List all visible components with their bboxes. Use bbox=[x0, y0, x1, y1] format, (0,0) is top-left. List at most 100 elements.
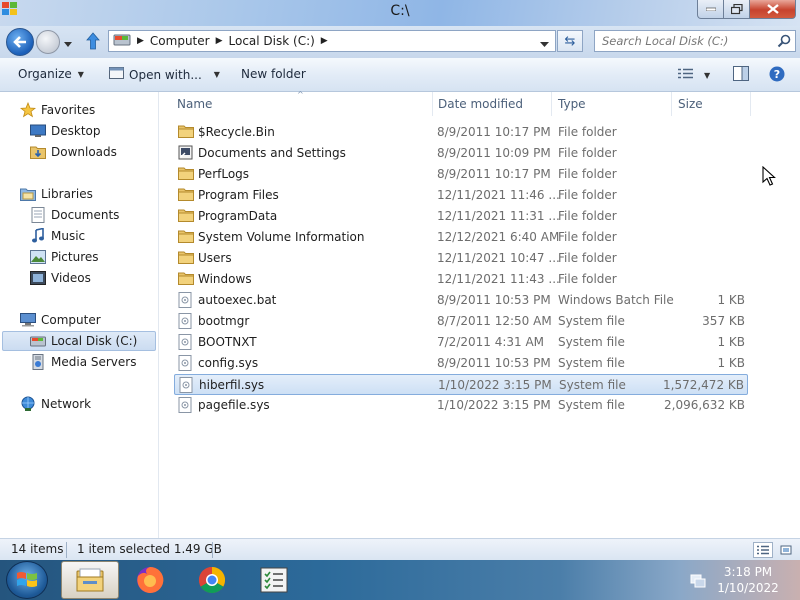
new-folder-button[interactable]: New folder bbox=[241, 67, 306, 81]
nav-item-pictures[interactable]: Pictures bbox=[30, 247, 99, 267]
file-name: PerfLogs bbox=[198, 167, 250, 181]
file-date-modified: 8/9/2011 10:53 PM bbox=[437, 293, 551, 307]
libraries-icon bbox=[20, 186, 36, 202]
breadcrumb-separator-icon[interactable]: ▶ bbox=[216, 36, 223, 46]
nav-favorites[interactable]: Favorites bbox=[20, 100, 95, 120]
minimize-button[interactable] bbox=[697, 0, 724, 19]
taskbar-chrome-button[interactable] bbox=[183, 561, 241, 599]
start-button[interactable] bbox=[6, 561, 48, 599]
preview-pane-icon bbox=[733, 66, 749, 84]
taskbar-task-manager-button[interactable] bbox=[245, 561, 303, 599]
file-row[interactable]: System Volume Information 12/12/2021 6:40… bbox=[174, 227, 748, 248]
file-row[interactable]: config.sys 8/9/2011 10:53 PM System file 1 … bbox=[174, 353, 748, 374]
file-row[interactable]: Documents and Settings 8/9/2011 10:09 PM F… bbox=[174, 143, 748, 164]
address-row: ▶ Computer ▶ Local Disk (C:) ▶ ⇆ bbox=[0, 26, 800, 58]
file-type: File folder bbox=[558, 167, 617, 181]
column-header-label: Date modified bbox=[438, 97, 524, 111]
change-view-button[interactable]: ▼ bbox=[678, 68, 710, 83]
details-view-toggle[interactable] bbox=[753, 542, 773, 558]
file-row[interactable]: BOOTNXT 7/2/2011 4:31 AM System file 1 KB bbox=[174, 332, 748, 353]
file-row[interactable]: Users 12/11/2021 10:47 ... File folder bbox=[174, 248, 748, 269]
nav-libraries[interactable]: Libraries bbox=[20, 184, 93, 204]
new-folder-label: New folder bbox=[241, 67, 306, 81]
nav-item-music[interactable]: Music bbox=[30, 226, 85, 246]
music-note-icon bbox=[30, 228, 46, 244]
address-bar[interactable]: ▶ Computer ▶ Local Disk (C:) ▶ bbox=[108, 30, 556, 52]
nav-network[interactable]: Network bbox=[20, 394, 91, 414]
documents-icon bbox=[30, 207, 46, 223]
close-button[interactable] bbox=[750, 0, 796, 19]
column-header-date[interactable]: Date modified bbox=[438, 92, 552, 116]
file-name: Windows bbox=[198, 272, 252, 286]
breadcrumb-computer[interactable]: Computer bbox=[150, 34, 210, 48]
column-resize-handle[interactable] bbox=[750, 92, 751, 116]
nav-computer[interactable]: Computer bbox=[20, 310, 101, 330]
system-file-icon bbox=[178, 334, 194, 350]
folder-icon bbox=[178, 229, 194, 245]
media-server-icon bbox=[30, 354, 46, 370]
navigation-pane: Favorites Desktop Downloads Libraries Do… bbox=[0, 92, 159, 538]
file-type: System file bbox=[558, 314, 625, 328]
desktop-icon bbox=[30, 123, 46, 139]
file-name: Users bbox=[198, 251, 232, 265]
search-icon[interactable] bbox=[777, 34, 791, 51]
refresh-button[interactable]: ⇆ bbox=[557, 30, 583, 52]
file-row[interactable]: PerfLogs 8/9/2011 10:17 PM File folder bbox=[174, 164, 748, 185]
search-input[interactable] bbox=[595, 31, 765, 51]
back-button[interactable] bbox=[6, 28, 34, 56]
forward-button[interactable] bbox=[36, 30, 60, 54]
open-with-button[interactable]: Open with... ▼ bbox=[109, 67, 220, 82]
up-button[interactable] bbox=[86, 32, 100, 53]
drive-icon bbox=[30, 333, 46, 349]
column-resize-handle[interactable] bbox=[551, 92, 552, 116]
search-box[interactable] bbox=[594, 30, 796, 52]
column-resize-handle[interactable] bbox=[432, 92, 433, 116]
column-resize-handle[interactable] bbox=[671, 92, 672, 116]
organize-button[interactable]: Organize ▼ bbox=[18, 67, 84, 81]
nav-favorites-label: Favorites bbox=[41, 103, 96, 117]
nav-item-videos[interactable]: Videos bbox=[30, 268, 91, 288]
network-tray-icon[interactable] bbox=[690, 572, 706, 591]
preview-pane-button[interactable] bbox=[733, 66, 749, 84]
firefox-icon bbox=[137, 566, 164, 593]
breadcrumb-separator-icon[interactable]: ▶ bbox=[321, 36, 328, 46]
column-header-type[interactable]: Type bbox=[558, 92, 672, 116]
address-history-dropdown[interactable] bbox=[540, 36, 549, 50]
recent-pages-dropdown[interactable] bbox=[64, 36, 72, 50]
system-clock[interactable]: 3:18 PM 1/10/2022 bbox=[716, 564, 780, 596]
nav-item-downloads[interactable]: Downloads bbox=[30, 142, 117, 162]
chevron-down-icon bbox=[540, 42, 549, 47]
file-type: System file bbox=[559, 378, 626, 392]
file-date-modified: 12/11/2021 11:31 ... bbox=[437, 209, 560, 223]
command-bar: Organize ▼ Open with... ▼ New folder ▼ ? bbox=[0, 58, 800, 92]
file-row[interactable]: Windows 12/11/2021 11:43 ... File folder bbox=[174, 269, 748, 290]
nav-network-label: Network bbox=[41, 397, 92, 411]
svg-text:?: ? bbox=[774, 68, 780, 81]
large-icons-view-toggle[interactable] bbox=[776, 542, 796, 558]
nav-item-label: Documents bbox=[51, 208, 120, 222]
column-header-label: Size bbox=[678, 97, 703, 111]
file-row[interactable]: bootmgr 8/7/2011 12:50 AM System file 357 K… bbox=[174, 311, 748, 332]
nav-item-local-disk[interactable]: Local Disk (C:) bbox=[2, 331, 156, 351]
file-type: Windows Batch File bbox=[558, 293, 674, 307]
taskbar-firefox-button[interactable] bbox=[121, 561, 179, 599]
breadcrumb-local-disk[interactable]: Local Disk (C:) bbox=[229, 34, 315, 48]
taskbar: 3:18 PM 1/10/2022 bbox=[0, 560, 800, 600]
help-button[interactable]: ? bbox=[769, 66, 785, 85]
column-header-name[interactable]: Name bbox=[177, 92, 433, 116]
restore-button[interactable] bbox=[724, 0, 750, 19]
breadcrumb-separator-icon[interactable]: ▶ bbox=[137, 36, 144, 46]
file-row[interactable]: autoexec.bat 8/9/2011 10:53 PM Windows Bat… bbox=[174, 290, 748, 311]
column-header-size[interactable]: Size bbox=[678, 92, 750, 116]
nav-item-media-servers[interactable]: Media Servers bbox=[30, 352, 136, 372]
file-row[interactable]: hiberfil.sys 1/10/2022 3:15 PM System file… bbox=[174, 374, 748, 395]
file-row[interactable]: $Recycle.Bin 8/9/2011 10:17 PM File folder bbox=[174, 122, 748, 143]
star-icon bbox=[20, 102, 36, 118]
computer-icon bbox=[20, 312, 36, 328]
nav-item-documents[interactable]: Documents bbox=[30, 205, 119, 225]
taskbar-explorer-button[interactable] bbox=[61, 561, 119, 599]
file-row[interactable]: pagefile.sys 1/10/2022 3:15 PM System file… bbox=[174, 395, 748, 416]
nav-item-desktop[interactable]: Desktop bbox=[30, 121, 101, 141]
file-row[interactable]: Program Files 12/11/2021 11:46 ... File fo… bbox=[174, 185, 748, 206]
file-row[interactable]: ProgramData 12/11/2021 11:31 ... File fold… bbox=[174, 206, 748, 227]
